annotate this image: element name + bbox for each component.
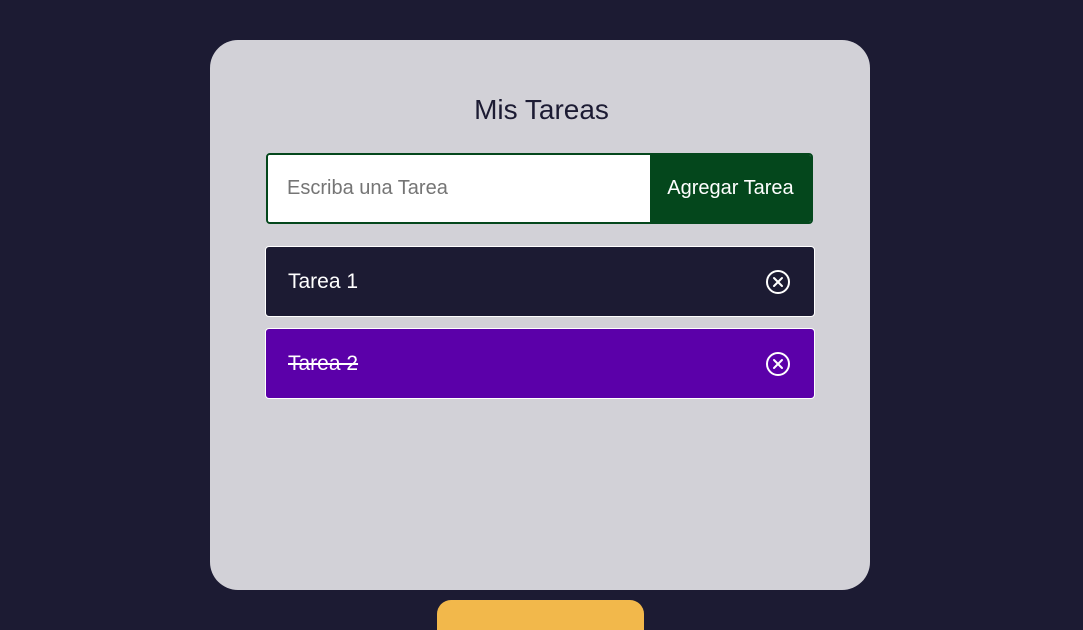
task-label: Tarea 2: [288, 351, 359, 375]
close-circle-icon[interactable]: [765, 269, 791, 295]
task-form: Agregar Tarea: [266, 153, 813, 224]
task-input[interactable]: [268, 155, 650, 222]
add-task-button[interactable]: Agregar Tarea: [650, 155, 811, 222]
task-item[interactable]: Tarea 1: [265, 246, 815, 317]
close-circle-icon[interactable]: [765, 351, 791, 377]
page-title: Mis Tareas: [474, 94, 609, 125]
footer-button[interactable]: [437, 600, 644, 630]
task-label: Tarea 1: [288, 269, 359, 293]
task-item-completed[interactable]: Tarea 2: [265, 328, 815, 399]
